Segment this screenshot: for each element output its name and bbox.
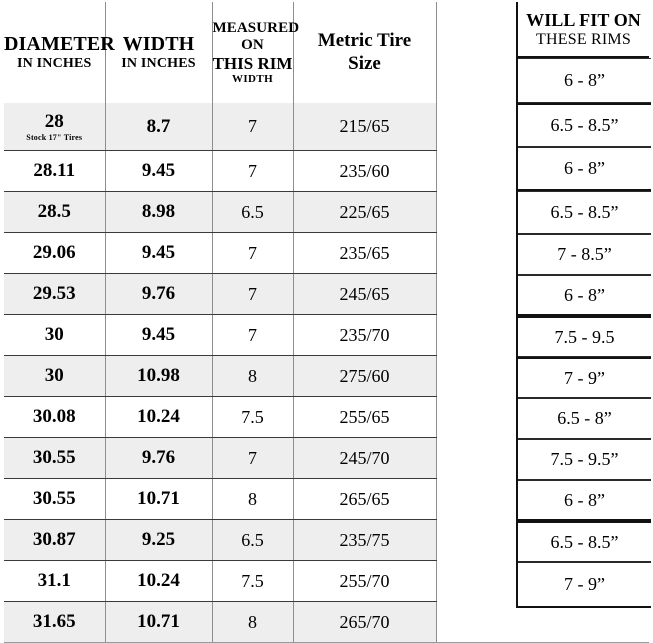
cell-diameter: 28.11 — [4, 150, 106, 193]
header-diameter-line1: DIAMETER — [4, 33, 115, 56]
cell-rim-width: 6.5 — [212, 519, 294, 562]
cell-metric-size: 275/60 — [293, 355, 437, 398]
header-rim-line1: MEASURED ON — [212, 20, 300, 53]
cell-will-fit-rims: 7 - 9” — [518, 357, 651, 398]
cell-diameter: 30 — [4, 314, 106, 357]
column-header-diameter: DIAMETER IN INCHES — [4, 2, 115, 103]
cell-rim-width: 7 — [212, 102, 294, 152]
cell-rim-width: 8 — [212, 601, 294, 643]
cell-diameter: 30.55 — [4, 478, 106, 521]
cell-rim-width: 7 — [212, 150, 294, 193]
cell-width: 9.76 — [105, 437, 213, 480]
cell-will-fit-rims: 6 - 8” — [518, 480, 651, 521]
cell-width: 10.71 — [105, 478, 213, 521]
header-width-line2: IN INCHES — [121, 55, 196, 71]
will-fit-column: WILL FIT ON THESE RIMS 6 - 8” 6.5 - 8.5” 6… — [516, 2, 651, 608]
cell-metric-size: 255/70 — [293, 560, 437, 603]
cell-width: 10.98 — [105, 355, 213, 398]
cell-diameter: 28 Stock 17" Tires — [4, 102, 106, 152]
column-header-rim-width: MEASURED ON THIS RIM WIDTH — [212, 2, 300, 103]
header-rim-line3: WIDTH — [231, 72, 274, 85]
cell-width: 9.45 — [105, 150, 213, 193]
cell-will-fit-rims: 6 - 8” — [518, 58, 651, 103]
cell-rim-width: 6.5 — [212, 191, 294, 234]
cell-metric-size: 235/60 — [293, 150, 437, 193]
cell-width: 9.76 — [105, 273, 213, 316]
cell-diameter: 28.5 — [4, 191, 106, 234]
cell-will-fit-rims: 7 - 8.5” — [518, 234, 651, 275]
cell-metric-size: 215/65 — [293, 102, 437, 152]
cell-will-fit-rims: 7.5 - 9.5 — [518, 316, 651, 357]
header-willfit-line1: WILL FIT ON — [526, 9, 641, 30]
cell-width: 9.25 — [105, 519, 213, 562]
cell-rim-width: 7 — [212, 437, 294, 480]
cell-width: 10.24 — [105, 396, 213, 439]
cell-metric-size: 245/70 — [293, 437, 437, 480]
cell-metric-size: 255/65 — [293, 396, 437, 439]
column-header-will-fit: WILL FIT ON THESE RIMS — [518, 2, 649, 58]
cell-rim-width: 7.5 — [212, 560, 294, 603]
cell-rim-width: 7.5 — [212, 396, 294, 439]
cell-width: 8.7 — [105, 102, 213, 152]
cell-metric-size: 265/70 — [293, 601, 437, 643]
cell-width: 8.98 — [105, 191, 213, 234]
cell-will-fit-rims: 6.5 - 8.5” — [518, 521, 651, 562]
column-header-metric-size: Metric Tire Size — [293, 2, 437, 103]
cell-width: 10.24 — [105, 560, 213, 603]
cell-width: 10.71 — [105, 601, 213, 643]
header-metric-line2: Size — [348, 53, 381, 75]
cell-diameter-note: Stock 17" Tires — [26, 133, 83, 143]
cell-rim-width: 8 — [212, 478, 294, 521]
cell-metric-size: 235/75 — [293, 519, 437, 562]
cell-diameter: 30.55 — [4, 437, 106, 480]
cell-will-fit-rims: 6.5 - 8.5” — [518, 191, 651, 234]
cell-diameter: 31.1 — [4, 560, 106, 603]
cell-metric-size: 225/65 — [293, 191, 437, 234]
header-rim-line2: THIS RIM — [212, 53, 293, 73]
cell-rim-width: 8 — [212, 355, 294, 398]
cell-will-fit-rims: 7.5 - 9.5” — [518, 439, 651, 480]
cell-will-fit-rims: 7 - 9” — [518, 562, 651, 608]
cell-will-fit-rims: 6 - 8” — [518, 147, 651, 191]
header-width-line1: WIDTH — [122, 33, 195, 56]
cell-diameter: 29.53 — [4, 273, 106, 316]
cell-rim-width: 7 — [212, 232, 294, 275]
cell-width: 9.45 — [105, 232, 213, 275]
cell-will-fit-rims: 6 - 8” — [518, 275, 651, 316]
cell-diameter: 30.87 — [4, 519, 106, 562]
will-fit-cell-list: 6 - 8” 6.5 - 8.5” 6 - 8” 6.5 - 8.5” 7 - 8.5”… — [518, 58, 651, 608]
cell-metric-size: 265/65 — [293, 478, 437, 521]
cell-rim-width: 7 — [212, 273, 294, 316]
cell-metric-size: 235/65 — [293, 232, 437, 275]
cell-will-fit-rims: 6.5 - 8.5” — [518, 103, 651, 147]
header-willfit-line2: THESE RIMS — [536, 30, 631, 48]
cell-will-fit-spacer — [436, 601, 649, 643]
cell-diameter: 30.08 — [4, 396, 106, 439]
header-diameter-line2: IN INCHES — [16, 55, 92, 71]
header-metric-line1: Metric Tire — [317, 30, 412, 52]
table-row: 31.65 10.71 8 265/70 — [4, 601, 649, 643]
column-header-width: WIDTH IN INCHES — [105, 2, 213, 103]
tire-size-table: DIAMETER IN INCHES WIDTH IN INCHES MEASU… — [0, 0, 653, 643]
cell-rim-width: 7 — [212, 314, 294, 357]
cell-diameter: 30 — [4, 355, 106, 398]
cell-diameter: 29.06 — [4, 232, 106, 275]
cell-will-fit-rims: 6.5 - 8” — [518, 398, 651, 439]
cell-metric-size: 235/70 — [293, 314, 437, 357]
cell-diameter: 31.65 — [4, 601, 106, 643]
cell-width: 9.45 — [105, 314, 213, 357]
cell-metric-size: 245/65 — [293, 273, 437, 316]
